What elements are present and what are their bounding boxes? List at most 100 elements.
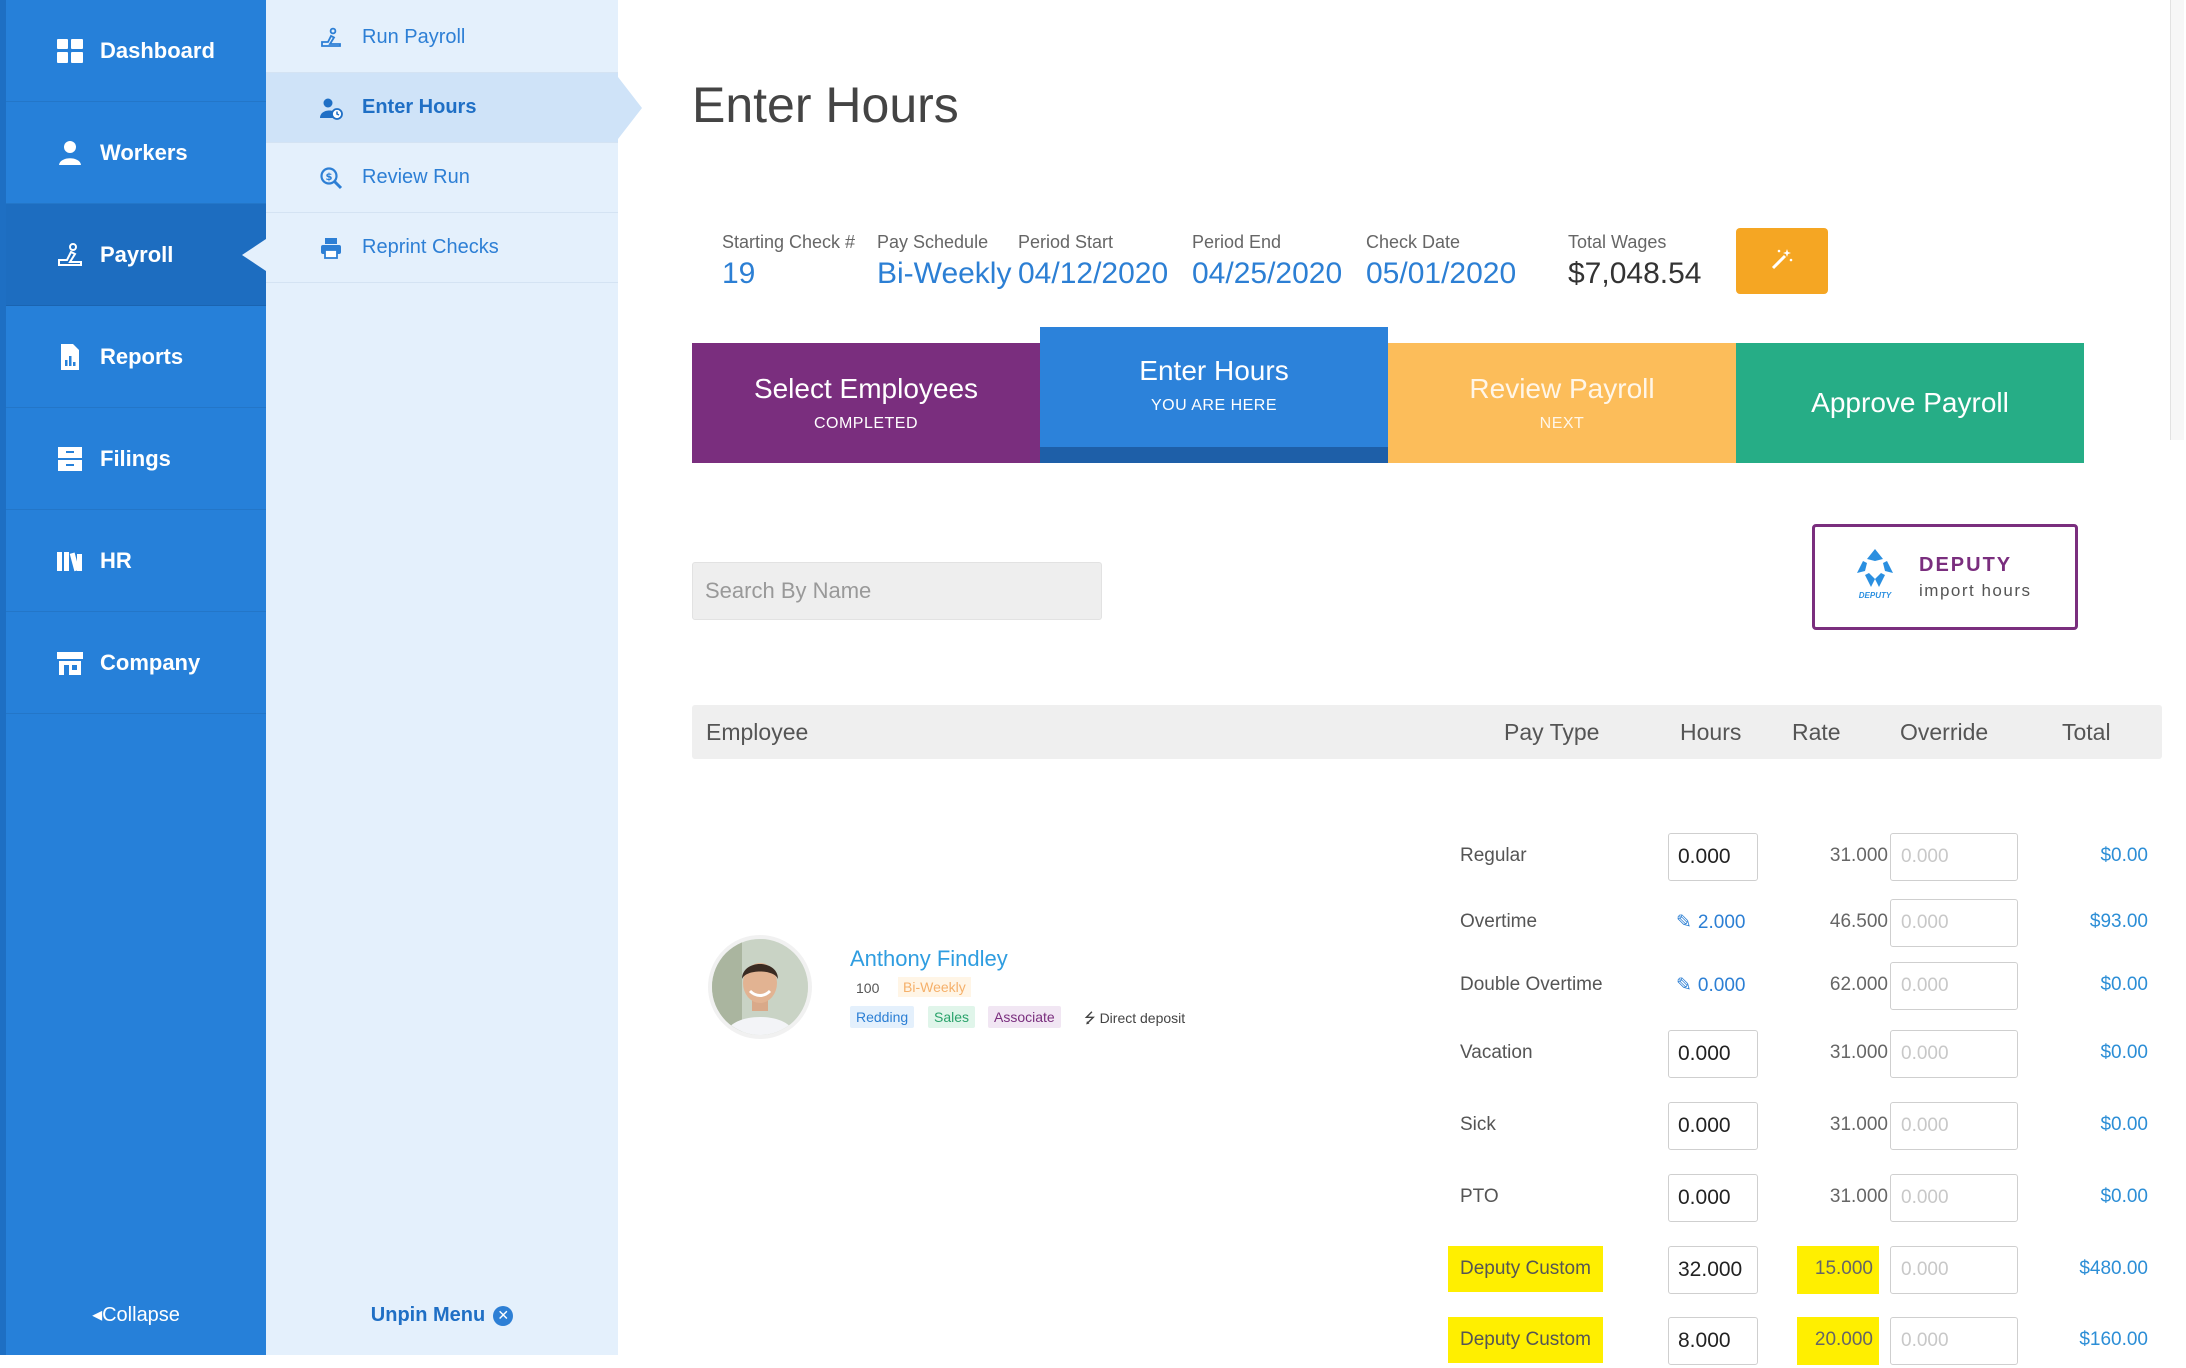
hours-input[interactable] — [1668, 833, 1758, 881]
hours-input[interactable] — [1668, 1246, 1758, 1294]
hr-icon — [54, 546, 86, 576]
tag-role: Associate — [988, 1006, 1061, 1028]
hours-edit-link[interactable]: ✎ 0.000 — [1676, 974, 1745, 997]
period-end-value: 04/25/2020 — [1192, 257, 1343, 290]
svg-text:$: $ — [326, 172, 333, 183]
row-total: $93.00 — [2089, 911, 2148, 932]
sidebar-item-hr[interactable]: HR — [6, 510, 266, 612]
column-header-hours[interactable]: Hours — [1680, 719, 1741, 746]
subnav-item-review-run[interactable]: $ Review Run — [266, 143, 618, 213]
hours-input[interactable] — [1668, 1174, 1758, 1222]
chevron-left-icon: ◂ — [92, 1304, 103, 1326]
step-review-payroll[interactable]: Review Payroll NEXT — [1388, 343, 1736, 463]
row-total: $480.00 — [2079, 1258, 2148, 1279]
printer-icon — [318, 235, 344, 261]
pay-row-vacation: Vacation 31.000 $0.00 — [1448, 1030, 2148, 1080]
run-payroll-icon — [318, 25, 344, 51]
override-input[interactable] — [1890, 833, 2018, 881]
subnav-item-label: Review Run — [362, 166, 470, 188]
pay-row-overtime: Overtime ✎ 2.000 46.500 $93.00 — [1448, 899, 2148, 949]
pay-schedule-label: Pay Schedule — [877, 232, 989, 252]
subnav-item-reprint-checks[interactable]: Reprint Checks — [266, 213, 618, 283]
override-input[interactable] — [1890, 1174, 2018, 1222]
sidebar-item-dashboard[interactable]: Dashboard — [6, 0, 266, 102]
pay-type-label: Double Overtime — [1460, 974, 1603, 995]
deputy-name: DEPUTY — [1919, 553, 2013, 576]
step-select-employees[interactable]: Select Employees COMPLETED — [692, 343, 1040, 463]
payroll-icon — [54, 240, 86, 270]
sidebar-item-filings[interactable]: Filings — [6, 408, 266, 510]
rate-value: 15.000 — [1797, 1246, 1879, 1294]
override-input[interactable] — [1890, 1246, 2018, 1294]
table-header: Employee Pay Type Hours Rate Override To… — [692, 705, 2162, 759]
rate-value: 46.500 — [1829, 911, 1888, 932]
unpin-menu-label: Unpin Menu — [370, 1304, 486, 1326]
sidebar-item-workers[interactable]: Workers — [6, 102, 266, 204]
row-total: $0.00 — [2100, 1042, 2148, 1063]
step-title: Select Employees — [753, 373, 979, 404]
step-status: COMPLETED — [813, 415, 919, 432]
subnav-item-enter-hours[interactable]: Enter Hours — [266, 73, 642, 143]
workers-icon — [54, 138, 86, 168]
period-end: Period End 04/25/2020 — [1192, 232, 1342, 291]
deputy-import-button[interactable]: DEPUTY DEPUTY import hours — [1812, 524, 2078, 630]
total-wages-value: $7,048.54 — [1568, 257, 1702, 290]
collapse-label: Collapse — [102, 1304, 180, 1326]
dashboard-icon — [54, 36, 86, 66]
override-input[interactable] — [1890, 899, 2018, 947]
employee-name-link[interactable]: Anthony Findley — [850, 946, 1008, 972]
sidebar-item-company[interactable]: Company — [6, 612, 266, 714]
pay-row-deputy-custom: Deputy Custom 15.000 $480.00 — [1448, 1246, 2148, 1296]
payroll-subnav: Run Payroll Enter Hours $ Review Run Rep… — [266, 0, 642, 1355]
sidebar-item-label: Filings — [100, 445, 171, 471]
subnav-item-label: Enter Hours — [362, 96, 477, 118]
step-approve-payroll[interactable]: Approve Payroll — [1736, 343, 2084, 463]
enter-hours-icon — [318, 95, 344, 121]
step-enter-hours[interactable]: Enter Hours YOU ARE HERE — [1040, 327, 1388, 463]
starting-check: Starting Check # 19 — [722, 232, 855, 291]
sidebar-item-payroll[interactable]: Payroll — [6, 204, 266, 306]
step-status: NEXT — [1539, 415, 1585, 432]
search-input[interactable] — [692, 562, 1102, 620]
company-icon — [54, 648, 86, 678]
magic-wand-button[interactable] — [1736, 228, 1828, 294]
column-header-employee[interactable]: Employee — [706, 719, 808, 746]
override-input[interactable] — [1890, 1317, 2018, 1365]
column-header-override[interactable]: Override — [1900, 719, 1988, 746]
check-date: Check Date 05/01/2020 — [1366, 232, 1516, 291]
step-title: Enter Hours — [1139, 355, 1289, 386]
hours-input[interactable] — [1668, 1030, 1758, 1078]
pencil-icon: ✎ — [1676, 975, 1692, 996]
pay-type-label: Overtime — [1460, 911, 1538, 932]
step-status: YOU ARE HERE — [1150, 397, 1278, 414]
collapse-button[interactable]: ◂Collapse — [6, 1302, 266, 1327]
hours-input[interactable] — [1668, 1102, 1758, 1150]
period-end-label: Period End — [1192, 232, 1282, 252]
override-input[interactable] — [1890, 1030, 2018, 1078]
sidebar-item-label: Payroll — [100, 241, 174, 267]
override-input[interactable] — [1890, 962, 2018, 1010]
step-title: Approve Payroll — [1811, 387, 2009, 418]
primary-sidebar: Dashboard Workers Payroll Reports Filing… — [0, 0, 266, 1355]
rate-value: 31.000 — [1829, 845, 1888, 866]
pay-type-label: Deputy Custom — [1448, 1317, 1603, 1363]
row-total: $0.00 — [2100, 845, 2148, 866]
hours-value: 0.000 — [1697, 974, 1746, 996]
subnav-item-run-payroll[interactable]: Run Payroll — [266, 3, 618, 73]
override-input[interactable] — [1890, 1102, 2018, 1150]
period-start-value: 04/12/2020 — [1018, 257, 1169, 290]
unpin-menu-button[interactable]: Unpin Menu ✕ — [266, 1304, 618, 1327]
sidebar-item-reports[interactable]: Reports — [6, 306, 266, 408]
hours-edit-link[interactable]: ✎ 2.000 — [1676, 911, 1745, 934]
rate-value: 31.000 — [1829, 1042, 1888, 1063]
column-header-total[interactable]: Total — [2062, 719, 2111, 746]
employee-id: 100 — [856, 980, 880, 996]
hours-input[interactable] — [1668, 1317, 1758, 1365]
period-start-label: Period Start — [1018, 232, 1114, 252]
tag-department: Sales — [928, 1006, 976, 1028]
sidebar-item-label: HR — [100, 547, 132, 573]
column-header-pay-type[interactable]: Pay Type — [1504, 719, 1599, 746]
deputy-subtitle: import hours — [1919, 580, 2032, 600]
column-header-rate[interactable]: Rate — [1792, 719, 1841, 746]
scrollbar[interactable] — [2170, 0, 2184, 440]
